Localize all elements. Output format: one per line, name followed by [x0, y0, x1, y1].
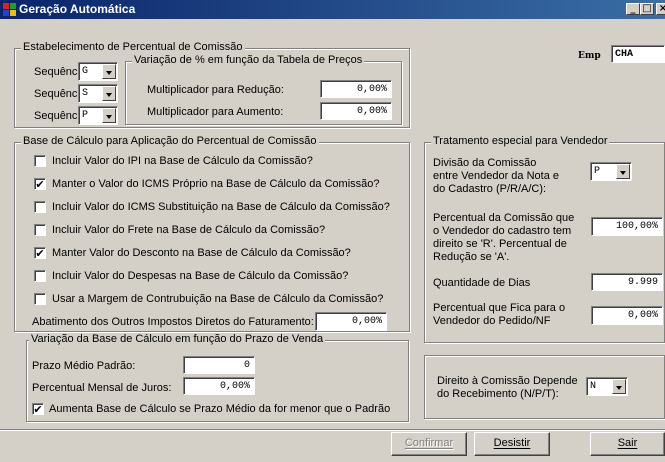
desistir-label: Desistir: [493, 437, 531, 449]
seq3-select[interactable]: P: [78, 106, 118, 125]
base-option-checkbox-6[interactable]: [34, 293, 46, 305]
base-option-label-6[interactable]: Usar a Margem de Contrubuição na Base de…: [52, 293, 383, 305]
base-option-checkbox-2[interactable]: [34, 201, 46, 213]
abatimento-value: 0,00%: [351, 316, 382, 327]
base-option-checkbox-3[interactable]: [34, 224, 46, 236]
dias-label: Quantidade de Dias: [433, 277, 531, 289]
minimize-button[interactable]: _: [626, 3, 640, 15]
fica-label: Percentual que Fica para o Vendedor do P…: [433, 302, 566, 327]
dias-value: 9.999: [627, 277, 658, 288]
seq2-value: S: [82, 88, 89, 99]
abatimento-label: Abatimento dos Outros Impostos Diretos d…: [32, 316, 314, 328]
seq1-select[interactable]: G: [78, 62, 118, 81]
base-option-label-1[interactable]: Manter o Valor do ICMS Próprio na Base d…: [52, 178, 380, 190]
aumenta-label[interactable]: Aumenta Base de Cálculo se Prazo Médio d…: [49, 403, 390, 415]
confirmar-button[interactable]: Confirmar: [391, 432, 467, 456]
dias-input[interactable]: 9.999: [591, 273, 663, 291]
base-option-checkbox-1[interactable]: ✔: [34, 178, 46, 190]
desistir-button[interactable]: Desistir: [474, 432, 550, 456]
prazo-medio-label: Prazo Médio Padrão:: [32, 360, 136, 372]
percentual-input[interactable]: 100,00%: [591, 217, 663, 236]
prazo-medio-input[interactable]: 0: [183, 356, 255, 374]
chevron-down-icon[interactable]: [102, 108, 116, 123]
chevron-down-icon[interactable]: [102, 86, 116, 101]
title-bar: Geração Automática _ □ ×: [0, 0, 665, 19]
aumento-input[interactable]: 0,00%: [320, 102, 392, 120]
base-calculo-title: Base de Cálculo para Aplicação do Percen…: [21, 135, 319, 147]
juros-label: Percentual Mensal de Juros:: [32, 382, 172, 394]
base-option-label-4[interactable]: Manter Valor do Desconto na Base de Cálc…: [52, 247, 351, 259]
app-icon: [3, 3, 16, 16]
base-option-checkbox-4[interactable]: ✔: [34, 247, 46, 259]
juros-input[interactable]: 0,00%: [183, 377, 255, 395]
sair-label: Sair: [617, 437, 638, 449]
reducao-input[interactable]: 0,00%: [320, 80, 392, 98]
aumento-value: 0,00%: [356, 106, 387, 117]
base-option-checkbox-5[interactable]: [34, 270, 46, 282]
percentual-label: Percentual da Comissão que o Vendedor do…: [433, 212, 575, 263]
sair-button[interactable]: Sair: [590, 432, 665, 456]
divisao-select[interactable]: P: [590, 162, 632, 181]
base-option-label-5[interactable]: Incluir Valor do Despesas na Base de Cál…: [52, 270, 348, 282]
prazo-title: Variação da Base de Cálculo em função do…: [29, 333, 326, 345]
chevron-down-icon[interactable]: [102, 64, 116, 79]
estabelecimento-title: Estabelecimento de Percentual de Comissã…: [21, 41, 245, 53]
chevron-down-icon[interactable]: [612, 379, 626, 394]
generation-window: Geração Automática _ □ × Estabelecimento…: [0, 0, 665, 462]
fica-value: 0,00%: [627, 310, 658, 321]
prazo-medio-value: 0: [243, 360, 250, 371]
direito-value: N: [590, 381, 597, 392]
aumento-label: Multiplicador para Aumento:: [147, 106, 284, 118]
chevron-down-icon[interactable]: [616, 164, 630, 179]
fica-input[interactable]: 0,00%: [591, 306, 663, 325]
button-bar-separator: [0, 429, 665, 431]
variacao-tabela-title: Variação de % em função da Tabela de Pre…: [132, 54, 365, 66]
base-option-label-3[interactable]: Incluir Valor do Frete na Base de Cálcul…: [52, 224, 325, 236]
direito-select[interactable]: N: [586, 377, 628, 396]
juros-value: 0,00%: [219, 381, 250, 392]
tratamento-title: Tratamento especial para Vendedor: [431, 135, 610, 147]
divisao-label: Divisão da Comissão entre Vendedor da No…: [433, 157, 559, 195]
maximize-button[interactable]: □: [640, 3, 654, 15]
reducao-label: Multiplicador para Redução:: [147, 84, 284, 96]
reducao-value: 0,00%: [356, 84, 387, 95]
base-option-label-2[interactable]: Incluir Valor do ICMS Substituição na Ba…: [52, 201, 390, 213]
seq3-value: P: [82, 110, 89, 121]
confirmar-label: Confirmar: [404, 437, 454, 449]
percentual-value: 100,00%: [615, 221, 658, 232]
seq1-value: G: [82, 66, 89, 77]
emp-input[interactable]: CHA: [611, 45, 665, 63]
base-option-label-0[interactable]: Incluir Valor do IPI na Base de Cálculo …: [52, 155, 313, 167]
divisao-value: P: [594, 166, 601, 177]
base-option-checkbox-0[interactable]: [34, 155, 46, 167]
direito-label: Direito à Comissão Depende do Recebiment…: [437, 375, 578, 400]
emp-value: CHA: [615, 49, 634, 60]
window-title: Geração Automática: [19, 2, 136, 16]
emp-label: Emp: [578, 51, 601, 61]
seq2-select[interactable]: S: [78, 84, 118, 103]
aumenta-checkbox[interactable]: ✔: [32, 403, 44, 415]
abatimento-input[interactable]: 0,00%: [315, 312, 387, 331]
close-button[interactable]: ×: [656, 3, 665, 15]
